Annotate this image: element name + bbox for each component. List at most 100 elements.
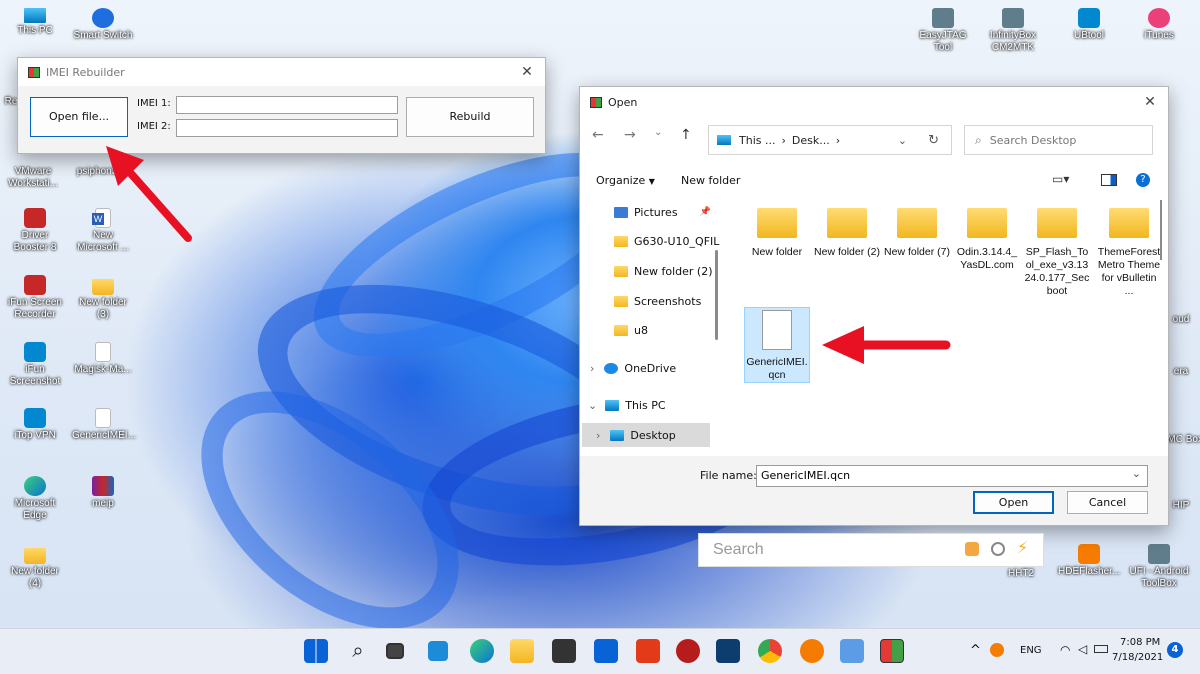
new-folder-button[interactable]: New folder [681,174,740,187]
folder-icon [897,208,937,238]
store-icon[interactable] [552,639,576,663]
open-button[interactable]: Open [973,491,1054,514]
tree-item-screenshots[interactable]: Screenshots [614,289,701,313]
search-desktop-box[interactable]: ⌕ Search Desktop [964,125,1153,155]
desktop-icon-this-pc[interactable]: This PC [4,8,66,37]
file-item-odin[interactable]: Odin.3.14.4_YasDL.com [954,208,1020,272]
file-item-new-folder-2[interactable]: New folder (2) [814,208,880,259]
open-file-button[interactable]: Open file... [30,97,128,137]
desktop-icon-new-folder-3[interactable]: New folder (3) [72,275,134,321]
back-arrow-icon[interactable]: ← [592,127,604,143]
imei1-field[interactable] [176,96,398,114]
tree-scrollbar[interactable] [715,250,718,340]
desktop-icon-new-folder-4[interactable]: New folder (4) [4,544,66,590]
photos-icon[interactable] [840,639,864,663]
widgets-icon[interactable] [428,641,448,661]
rebuild-button[interactable]: Rebuild [406,97,534,137]
up-arrow-icon[interactable]: ↑ [680,127,692,143]
desktop-icon-itop-vpn[interactable]: iTop VPN [4,408,66,442]
clock-icon[interactable] [991,542,1005,556]
desktop-icon-ubtool[interactable]: UBtool [1058,8,1120,42]
file-name-field[interactable]: GenericIMEI.qcn ⌄ [756,465,1148,487]
tree-item-g630[interactable]: G630-U10_QFIL [614,229,719,253]
clock-time[interactable]: 7:08 PM [1120,637,1160,648]
tree-item-this-pc[interactable]: ⌄ This PC [588,393,666,417]
help-icon[interactable]: ? [1136,173,1150,187]
recent-chevron-icon[interactable]: ⌄ [654,127,662,138]
battery-icon[interactable] [1094,645,1108,653]
tree-item-desktop[interactable]: › Desktop [582,423,710,447]
desktop-icon-infinitybox[interactable]: InfinityBox CM2MTK [982,8,1044,54]
desktop-icon-smart-switch[interactable]: Smart Switch [72,8,134,42]
imei-title-bar[interactable]: IMEI Rebuilder ✕ [18,58,545,86]
search-icon[interactable]: ⌕ [346,639,370,663]
desktop-icon-magisk[interactable]: Magisk-Ma... [72,342,134,376]
imei-rebuilder-icon[interactable] [880,639,904,663]
desktop-search-box[interactable]: Search ⚡ [698,533,1044,567]
desktop-icon-itunes[interactable]: iTunes [1128,8,1190,42]
language-indicator[interactable]: ENG [1020,645,1042,656]
start-icon[interactable] [304,639,328,663]
pictures-icon [614,206,628,218]
desktop-icon-meip[interactable]: meip [72,476,134,510]
preview-pane-icon[interactable] [1101,174,1117,186]
imei2-field[interactable] [176,119,398,137]
office-icon[interactable] [636,639,660,663]
volume-icon[interactable]: ◁ [1078,642,1087,656]
tree-item-onedrive[interactable]: › OneDrive [590,356,676,380]
desktop-icon-hdeflasher[interactable]: HDEFlasher... [1058,544,1120,578]
winrar-icon [92,476,114,496]
tree-item-pictures[interactable]: Pictures 📌 [614,200,711,224]
desktop-icon-driver-booster[interactable]: Driver Booster 8 [4,208,66,254]
close-icon[interactable]: ✕ [517,62,537,82]
desktop-icon-vmware[interactable]: VMware Workstati... [2,166,64,190]
chevron-up-icon[interactable]: ^ [970,643,981,658]
tool-icon[interactable] [965,542,979,556]
file-item-generic-imei[interactable]: GenericIMEI.qcn [744,307,810,383]
key-tray-icon[interactable] [990,643,1004,657]
cancel-button[interactable]: Cancel [1067,491,1148,514]
lightning-icon[interactable]: ⚡ [1017,538,1028,557]
desktop-icon-ifun-recorder[interactable]: iFun Screen Recorder [4,275,66,321]
task-view-icon[interactable] [386,643,404,659]
desktop-icon-hht2[interactable]: HHT2 [990,568,1052,580]
open-title-bar[interactable]: Open ✕ [580,87,1168,117]
desktop-icon-generic-imei[interactable]: GenericIMEI... [72,408,136,442]
clock-date[interactable]: 7/18/2021 [1112,652,1163,663]
file-explorer-icon[interactable] [510,639,534,663]
file-item-sp-flash-tool[interactable]: SP_Flash_Tool_exe_v3.1324.0.177_Secboot [1024,208,1090,298]
tree-item-new-folder-2[interactable]: New folder (2) [614,259,713,283]
forward-arrow-icon[interactable]: → [624,127,636,143]
smart-switch-icon [92,8,114,28]
file-item-new-folder-7[interactable]: New folder (7) [884,208,950,259]
chevron-down-icon[interactable]: ⌄ [1132,467,1141,480]
files-scrollbar[interactable] [1160,200,1162,260]
chrome-icon[interactable] [758,639,782,663]
organize-menu[interactable]: Organize ▼ [596,174,655,187]
close-icon[interactable]: ✕ [1140,92,1160,112]
file-item-new-folder[interactable]: New folder [744,208,810,259]
folder-icon [24,548,46,564]
tree-item-u8[interactable]: u8 [614,318,648,342]
edge-icon[interactable] [470,639,494,663]
refresh-icon[interactable]: ↻ [928,133,939,148]
mail-icon[interactable] [594,639,618,663]
chevron-down-icon[interactable]: ⌄ [898,134,907,147]
infinitybox-icon [1002,8,1024,28]
desktop-icon-easyjtag[interactable]: EasyJTAG Tool [912,8,974,54]
desktop-icon-ufi[interactable]: UFI - Android ToolBox [1128,544,1190,590]
breadcrumb-this-pc[interactable]: This ... [739,134,775,147]
vpn-icon[interactable] [716,639,740,663]
file-item-themeforest[interactable]: ThemeForest Metro Theme for vBulletin ..… [1096,208,1162,298]
desktop-icon-psiphon[interactable]: psiphon3 [66,166,128,178]
wifi-icon[interactable]: ◠ [1060,643,1070,657]
address-bar[interactable]: This ... › Desk... › ⌄ ↻ [708,125,952,155]
desktop-icon-ifun-screenshot[interactable]: iFun Screenshot [4,342,66,388]
notification-badge[interactable]: 4 [1167,642,1183,658]
desktop-icon-new-word[interactable]: New Microsoft ... [72,208,134,254]
key-icon[interactable] [800,639,824,663]
breadcrumb-desktop[interactable]: Desk... [792,134,830,147]
view-options-icon[interactable]: ▭▾ [1052,172,1069,186]
desktop-icon-edge[interactable]: Microsoft Edge [4,476,66,522]
app-red-icon[interactable] [676,639,700,663]
